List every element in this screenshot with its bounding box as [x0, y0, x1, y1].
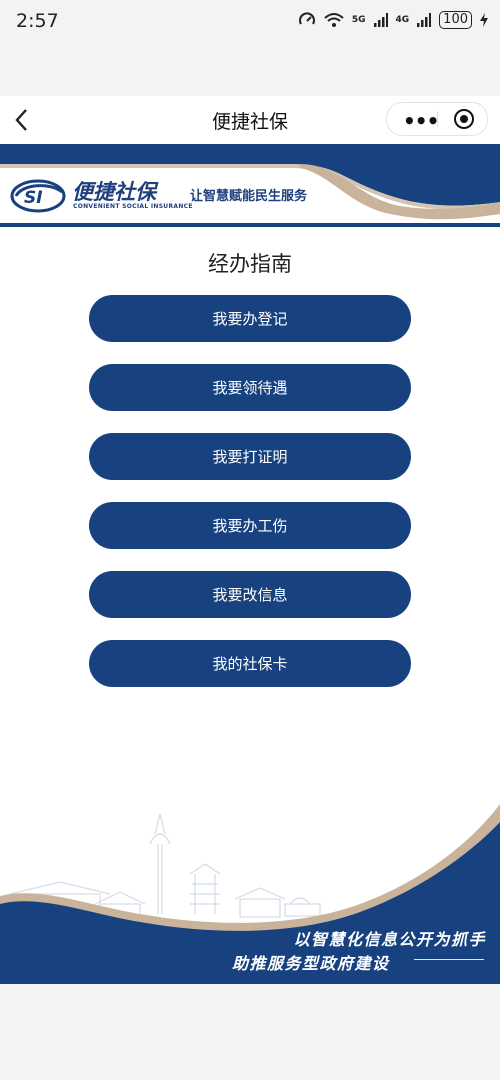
- logo-mark-icon: SI: [10, 179, 66, 213]
- signal-icon: [373, 13, 388, 27]
- capsule-divider: [437, 111, 438, 127]
- nav-bar: 便捷社保 •••: [0, 96, 500, 144]
- more-icon[interactable]: •••: [403, 109, 439, 133]
- network-5g-label: 5G: [351, 15, 366, 25]
- signal-icon: [417, 13, 432, 27]
- footer-rule: [414, 959, 484, 960]
- benefits-button[interactable]: 我要领待遇: [89, 364, 411, 411]
- svg-text:SI: SI: [24, 188, 43, 208]
- bottom-blank-area: [0, 984, 500, 1080]
- status-icons: 5G 4G 100: [298, 11, 488, 29]
- status-bar: 2:57 5G 4G 100: [0, 0, 500, 42]
- register-button[interactable]: 我要办登记: [89, 295, 411, 342]
- charging-icon: [480, 13, 488, 27]
- wifi-icon: [324, 13, 344, 27]
- close-target-icon[interactable]: [454, 109, 474, 129]
- certificate-button[interactable]: 我要打证明: [89, 433, 411, 480]
- social-security-card-button[interactable]: 我的社保卡: [89, 640, 411, 687]
- footer-slogan-line2: 助推服务型政府建设: [232, 954, 390, 973]
- mini-program-capsule: •••: [386, 102, 488, 136]
- status-time: 2:57: [16, 10, 59, 32]
- work-injury-button[interactable]: 我要办工伤: [89, 502, 411, 549]
- change-info-button[interactable]: 我要改信息: [89, 571, 411, 618]
- footer-slogan-line1: 以智慧化信息公开为抓手: [293, 930, 486, 949]
- main-content: SI 便捷社保 CONVENIENT SOCIAL INSURANCE 让智慧赋…: [0, 144, 500, 984]
- banner-slogan: 让智慧赋能民生服务: [190, 189, 308, 204]
- guide-title: 经办指南: [208, 252, 292, 276]
- battery-level: 100: [439, 11, 472, 29]
- logo-title: 便捷社保: [72, 180, 156, 204]
- logo-subtitle: CONVENIENT SOCIAL INSURANCE: [73, 203, 193, 210]
- header-banner: SI 便捷社保 CONVENIENT SOCIAL INSURANCE 让智慧赋…: [0, 144, 500, 228]
- network-4g-label: 4G: [395, 15, 410, 25]
- speed-icon: [298, 12, 315, 25]
